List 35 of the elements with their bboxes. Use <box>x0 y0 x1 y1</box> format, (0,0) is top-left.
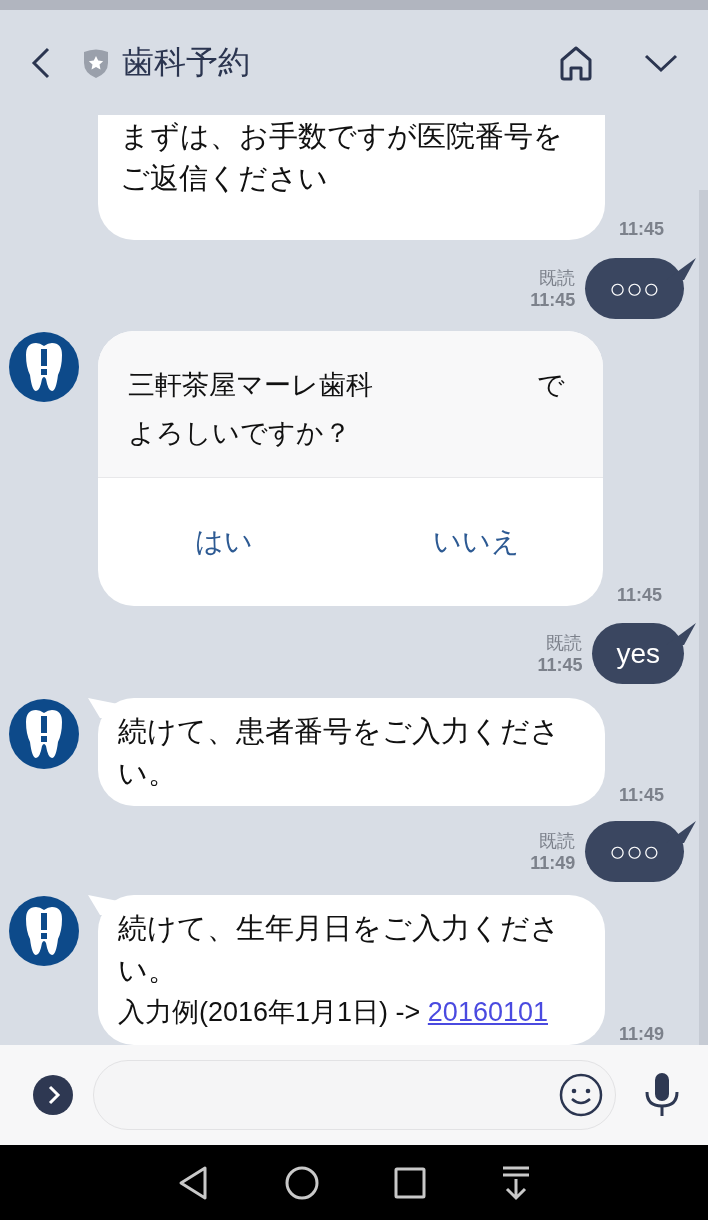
message-time: 11:45 <box>619 784 665 806</box>
answer-button[interactable]: はい <box>98 513 351 571</box>
back-icon[interactable] <box>177 1164 210 1201</box>
chat-title: 歯科予約 <box>122 42 250 82</box>
message-text: 入力例(2016年1月1日) -> 20160101 <box>118 996 549 1029</box>
message-text: 続けて、生年月日をご入力ください。 <box>118 911 561 988</box>
home-icon[interactable] <box>283 1164 320 1201</box>
message-time: 11:45 <box>619 218 665 240</box>
avatar-icon[interactable] <box>8 698 80 770</box>
answer-button[interactable]: いいえ <box>350 513 603 571</box>
chevron-down-icon[interactable] <box>644 52 678 73</box>
microphone-icon[interactable] <box>644 1072 680 1118</box>
read-receipt: 既読 <box>539 267 576 289</box>
message-text: ○○○ <box>609 272 660 305</box>
message-text: まずは、お手数ですが医院番号をご返信ください <box>120 119 564 196</box>
clinic-name: 三軒茶屋マーレ歯科 <box>128 369 373 402</box>
message-text: yes <box>616 637 660 670</box>
recents-icon[interactable] <box>394 1166 427 1199</box>
download-icon[interactable] <box>500 1164 531 1201</box>
question-text: で <box>537 369 565 402</box>
message-time: 11:45 <box>537 654 583 676</box>
read-receipt: 既読 <box>546 632 583 654</box>
message-time: 11:49 <box>530 852 576 874</box>
avatar-icon[interactable] <box>8 895 80 967</box>
message-time: 11:45 <box>530 289 576 311</box>
read-receipt: 既読 <box>539 830 576 852</box>
date-link[interactable]: 20160101 <box>427 997 548 1027</box>
message-text: ○○○ <box>609 835 660 868</box>
message-text: 続けて、患者番号をご入力ください。 <box>118 714 561 791</box>
expand-icon[interactable] <box>33 1075 73 1115</box>
avatar-icon[interactable] <box>8 331 80 403</box>
emoji-icon[interactable] <box>559 1073 603 1117</box>
message-time: 11:49 <box>619 1023 665 1045</box>
question-text: よろしいですか？ <box>128 417 352 450</box>
message-time: 11:45 <box>617 584 663 606</box>
